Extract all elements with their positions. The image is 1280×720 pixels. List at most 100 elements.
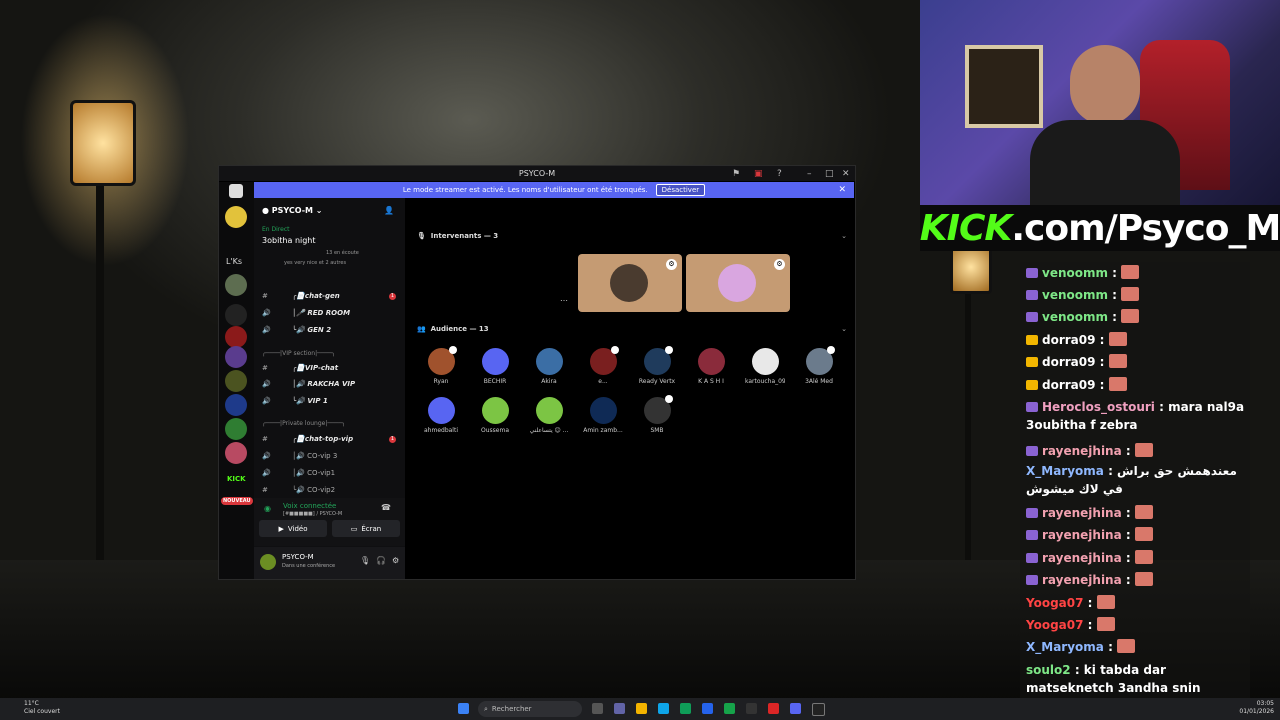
audience-member[interactable]: Amin zamb... bbox=[583, 397, 623, 434]
username[interactable]: PSYCO-M bbox=[282, 553, 314, 561]
weather-widget[interactable]: 11°C Ciel couvert bbox=[24, 700, 60, 716]
disconnect-icon[interactable]: ☎ bbox=[381, 503, 391, 512]
screen-share-icon[interactable]: ▣ bbox=[754, 169, 763, 179]
help-icon[interactable]: ? bbox=[777, 169, 782, 179]
server-header[interactable]: ● PSYCO-M ⌄ bbox=[262, 206, 323, 215]
server-icon[interactable] bbox=[225, 346, 247, 368]
explorer-icon[interactable] bbox=[636, 703, 647, 714]
teams-icon[interactable] bbox=[614, 703, 625, 714]
start-icon[interactable] bbox=[458, 703, 469, 714]
disable-streamer-button[interactable]: Désactiver bbox=[655, 184, 706, 196]
audience-member[interactable]: Akira bbox=[529, 348, 569, 385]
flag-icon[interactable]: ⚑ bbox=[732, 169, 740, 179]
edge-icon[interactable] bbox=[680, 703, 691, 714]
audience-member[interactable]: 3Alé Med bbox=[799, 346, 839, 385]
chat-username[interactable]: X_Maryoma bbox=[1026, 464, 1104, 478]
server-icon[interactable] bbox=[225, 370, 247, 392]
server-icon[interactable] bbox=[225, 274, 247, 296]
chat-username[interactable]: rayenejhina bbox=[1042, 551, 1122, 565]
chat-message: rayenejhina : bbox=[1026, 526, 1246, 544]
epic-icon[interactable] bbox=[812, 703, 825, 716]
chat-username[interactable]: dorra09 bbox=[1042, 378, 1095, 392]
speaker-tile[interactable]: ⚙ bbox=[686, 254, 790, 312]
channel-category[interactable]: ╭────|Private lounge|────╮ bbox=[262, 420, 345, 427]
headphones-icon[interactable]: 🎧 bbox=[376, 556, 386, 565]
app-icon[interactable] bbox=[768, 703, 779, 714]
chat-username[interactable]: rayenejhina bbox=[1042, 573, 1122, 587]
more-icon[interactable]: … bbox=[560, 294, 568, 303]
close-icon[interactable]: ✕ bbox=[842, 169, 850, 179]
audience-member[interactable]: SMB bbox=[637, 395, 677, 434]
audience-member[interactable]: BECHIR bbox=[475, 348, 515, 385]
mail-icon[interactable] bbox=[702, 703, 713, 714]
chevron-down-icon[interactable]: ⌄ bbox=[841, 325, 847, 333]
audience-member[interactable]: e... bbox=[583, 346, 623, 385]
audience-member[interactable]: يتساعلني 😊 ... bbox=[529, 397, 569, 434]
signal-icon[interactable]: ◉ bbox=[264, 504, 271, 513]
server-icon[interactable] bbox=[225, 418, 247, 440]
chat-username[interactable]: dorra09 bbox=[1042, 333, 1095, 347]
chrome-icon[interactable] bbox=[724, 703, 735, 714]
server-lks[interactable]: L'Ks bbox=[226, 257, 242, 266]
avatar[interactable] bbox=[260, 554, 276, 570]
server-icon[interactable] bbox=[225, 304, 247, 326]
chat-username[interactable]: venoomm bbox=[1042, 288, 1108, 302]
channel-item[interactable]: ╭📄VIP-chat bbox=[292, 364, 338, 372]
mic-icon[interactable]: 🎙 bbox=[360, 556, 370, 565]
chat-username[interactable]: dorra09 bbox=[1042, 355, 1095, 369]
chat-username[interactable]: venoomm bbox=[1042, 266, 1108, 280]
audience-member[interactable]: Ryan bbox=[421, 346, 461, 385]
chat-username[interactable]: venoomm bbox=[1042, 310, 1108, 324]
channel-item[interactable]: │🎤 RED ROOM bbox=[292, 309, 350, 317]
minimize-icon[interactable]: – bbox=[807, 169, 812, 179]
chat-username[interactable]: soulo2 bbox=[1026, 663, 1071, 677]
badge-icon bbox=[1026, 530, 1038, 540]
store-icon[interactable] bbox=[658, 703, 669, 714]
emote-icon bbox=[1134, 505, 1153, 519]
audience-header[interactable]: 👥 Audience — 13 bbox=[417, 325, 489, 333]
chat-username[interactable]: Heroclos_ostouri bbox=[1042, 400, 1155, 414]
channel-category[interactable]: ╭────|VIP section|────╮ bbox=[262, 350, 335, 357]
speaker-tile[interactable]: ⚙ bbox=[578, 254, 682, 312]
task-view-icon[interactable] bbox=[592, 703, 603, 714]
maximize-icon[interactable]: □ bbox=[825, 169, 834, 179]
channel-item[interactable]: │🔊 CO-vip 3 bbox=[292, 452, 337, 460]
audience-member[interactable]: Oussema bbox=[475, 397, 515, 434]
new-badge[interactable]: NOUVEAU bbox=[221, 497, 253, 505]
server-icon[interactable] bbox=[225, 442, 247, 464]
settings-icon[interactable]: ⚙ bbox=[392, 556, 399, 565]
chat-username[interactable]: X_Maryoma bbox=[1026, 640, 1104, 654]
channel-item[interactable]: │🔊 RAKCHA VIP bbox=[292, 380, 355, 388]
audience-member[interactable]: kartoucha_09 bbox=[745, 348, 785, 385]
channel-item[interactable]: ╭📄chat-top-vip bbox=[292, 435, 353, 443]
speakers-header[interactable]: 🎙 Intervenants — 3 bbox=[417, 232, 498, 240]
chat-username[interactable]: Yooga07 bbox=[1026, 596, 1083, 610]
audience-member[interactable]: ahmedbalti bbox=[421, 397, 461, 434]
event-title[interactable]: 3obitha night bbox=[262, 236, 316, 245]
server-icon[interactable] bbox=[225, 326, 247, 348]
audience-member[interactable]: Ready Vertx bbox=[637, 346, 677, 385]
banner-close-icon[interactable]: ✕ bbox=[838, 185, 846, 195]
channel-item[interactable]: ╰🔊 CO-vip2 bbox=[292, 486, 335, 494]
server-avatar[interactable] bbox=[225, 206, 247, 228]
obs-icon[interactable] bbox=[746, 703, 757, 714]
chat-username[interactable]: rayenejhina bbox=[1042, 528, 1122, 542]
search-input[interactable]: ⌕ Rechercher bbox=[478, 701, 582, 717]
video-button[interactable]: ▶ Vidéo bbox=[259, 520, 327, 537]
channel-item[interactable]: ╭📄chat-gen bbox=[292, 292, 340, 300]
channel-item[interactable]: ╰🔊 VIP 1 bbox=[292, 397, 328, 405]
add-member-icon[interactable]: 👤 bbox=[384, 206, 394, 215]
audience-member[interactable]: K A S H I bbox=[691, 348, 731, 385]
channel-item[interactable]: │🔊 CO-vip1 bbox=[292, 469, 335, 477]
discord-home-icon[interactable] bbox=[229, 184, 243, 198]
chat-username[interactable]: rayenejhina bbox=[1042, 506, 1122, 520]
server-kick[interactable]: KICK bbox=[227, 475, 246, 483]
discord-icon[interactable] bbox=[790, 703, 801, 714]
chevron-down-icon[interactable]: ⌄ bbox=[841, 232, 847, 240]
chat-username[interactable]: rayenejhina bbox=[1042, 444, 1122, 458]
chat-username[interactable]: Yooga07 bbox=[1026, 618, 1083, 632]
clock[interactable]: 03:05 01/01/2026 bbox=[1238, 700, 1274, 716]
channel-item[interactable]: ╰🔊 GEN 2 bbox=[292, 326, 331, 334]
screen-button[interactable]: ▭ Écran bbox=[332, 520, 400, 537]
server-icon[interactable] bbox=[225, 394, 247, 416]
